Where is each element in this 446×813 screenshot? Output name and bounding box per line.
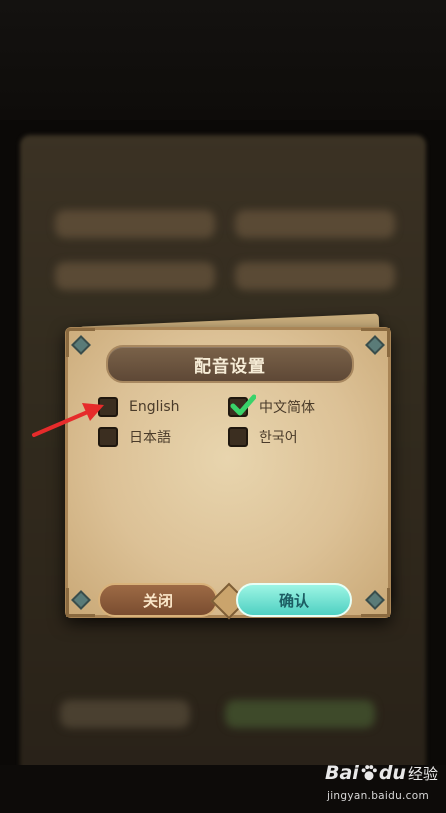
option-korean[interactable]: 한국어 [228,425,298,449]
voice-settings-dialog: 配音设置 English 中文简体 日本語 한국어 关闭 确认 [65,327,391,620]
background-header [0,0,446,120]
option-english-label: English [129,399,180,415]
confirm-button[interactable]: 确认 [236,583,352,617]
baidu-paw-icon [361,765,377,781]
dialog-title-bar: 配音设置 [106,345,354,383]
background-row [235,210,395,238]
background-row [55,210,215,238]
background-row [235,262,395,290]
option-chinese-label: 中文简体 [259,400,315,416]
option-japanese-label: 日本語 [129,430,171,446]
baidu-jingyan-watermark: Bai du 经验 jingyan.baidu.com [325,762,443,808]
chinese-checkbox[interactable] [228,394,256,417]
watermark-jingyan: 经验 [407,764,438,783]
option-korean-label: 한국어 [259,430,298,446]
baidu-logo: Bai du 经验 [325,762,438,784]
watermark-du: du [378,762,406,784]
background-row [60,700,190,728]
close-button[interactable]: 关闭 [98,583,218,617]
watermark-url: jingyan.baidu.com [327,790,429,802]
option-chinese-simplified[interactable]: 中文简体 [228,394,315,419]
dialog-title: 配音设置 [194,356,266,377]
red-pointer-arrow [32,403,104,437]
watermark-bai: Bai [325,762,359,784]
background-row [225,700,375,728]
option-english[interactable]: English [98,395,180,419]
korean-checkbox[interactable] [228,427,248,447]
green-checkmark-icon [230,394,256,416]
background-row [55,262,215,290]
